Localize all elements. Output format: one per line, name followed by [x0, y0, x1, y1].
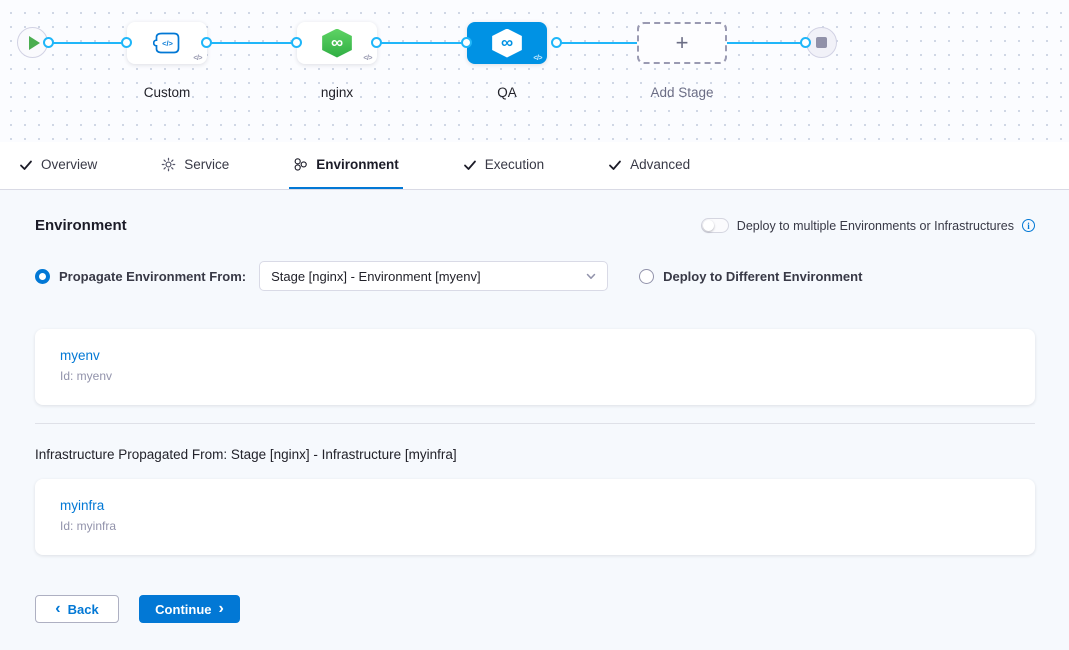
deploy-stage-icon: ∞ [491, 29, 524, 58]
connector-node [121, 37, 132, 48]
pipeline-canvas: </> </> ∞ </> ∞ </> + Custom nginx QA Ad… [0, 0, 1069, 142]
tab-overview[interactable]: Overview [15, 142, 101, 189]
infrastructure-name-link[interactable]: myinfra [60, 498, 104, 513]
tab-advanced[interactable]: Advanced [604, 142, 694, 189]
connector-edge [49, 42, 127, 44]
environment-cluster-icon [293, 157, 308, 172]
connector-node [461, 37, 472, 48]
tab-label: Service [184, 157, 229, 172]
tab-label: Execution [485, 157, 544, 172]
stage-nginx[interactable]: ∞ </> [297, 22, 377, 64]
code-icon: </> [533, 55, 542, 62]
info-icon[interactable]: i [1022, 219, 1035, 232]
stage-custom[interactable]: </> </> [127, 22, 207, 64]
deploy-stage-icon: ∞ [321, 29, 354, 58]
propagate-environment-label: Propagate Environment From: [59, 269, 246, 284]
connector-edge [727, 42, 806, 44]
check-icon [463, 158, 477, 172]
infinity-icon: ∞ [501, 34, 513, 51]
tab-label: Overview [41, 157, 97, 172]
connector-edge [207, 42, 297, 44]
environment-card: myenv Id: myenv [35, 329, 1035, 405]
stage-label-qa: QA [467, 85, 547, 100]
tab-execution[interactable]: Execution [459, 142, 548, 189]
connector-node [371, 37, 382, 48]
back-button[interactable]: ‹ Back [35, 595, 119, 623]
different-environment-radio[interactable] [639, 269, 654, 284]
custom-stage-icon: </> [153, 31, 181, 55]
chevron-left-icon: ‹ [55, 601, 60, 617]
environment-panel: Environment Deploy to multiple Environme… [0, 190, 1069, 623]
infrastructure-heading: Infrastructure Propagated From: Stage [n… [35, 447, 1035, 462]
code-icon: </> [363, 55, 372, 62]
section-heading: Environment [35, 217, 127, 234]
connector-node [43, 37, 54, 48]
environment-id: Id: myenv [60, 369, 1010, 383]
connector-node [291, 37, 302, 48]
connector-node [800, 37, 811, 48]
check-icon [19, 158, 33, 172]
play-icon [29, 36, 40, 50]
tab-environment[interactable]: Environment [289, 142, 403, 189]
selected-environment-value: Stage [nginx] - Environment [myenv] [271, 269, 481, 284]
continue-button-label: Continue [155, 602, 211, 617]
different-environment-label: Deploy to Different Environment [663, 269, 862, 284]
add-stage-button[interactable]: + [637, 22, 727, 64]
stage-label-custom: Custom [127, 85, 207, 100]
connector-node [551, 37, 562, 48]
infrastructure-card: myinfra Id: myinfra [35, 479, 1035, 555]
continue-button[interactable]: Continue › [139, 595, 240, 623]
connector-edge [557, 42, 637, 44]
tab-label: Environment [316, 157, 399, 172]
back-button-label: Back [68, 602, 99, 617]
code-icon: </> [193, 55, 202, 62]
section-divider [35, 423, 1035, 424]
propagate-environment-radio[interactable] [35, 269, 50, 284]
stage-tabs: Overview Service Environment Execution [0, 142, 1069, 190]
stage-label-nginx: nginx [297, 85, 377, 100]
chevron-right-icon: › [219, 601, 224, 617]
environment-name-link[interactable]: myenv [60, 348, 100, 363]
infinity-icon: ∞ [331, 34, 343, 51]
plus-icon: + [676, 32, 689, 54]
tab-service[interactable]: Service [157, 142, 233, 189]
svg-text:</>: </> [162, 39, 173, 48]
check-icon [608, 158, 622, 172]
multi-env-toggle[interactable] [701, 218, 729, 233]
stage-qa[interactable]: ∞ </> [467, 22, 547, 64]
propagate-environment-select[interactable]: Stage [nginx] - Environment [myenv] [259, 261, 608, 291]
connector-edge [377, 42, 467, 44]
connector-node [201, 37, 212, 48]
multi-env-toggle-label: Deploy to multiple Environments or Infra… [737, 219, 1014, 233]
chevron-down-icon [586, 273, 596, 280]
toggle-knob [703, 220, 714, 231]
infrastructure-id: Id: myinfra [60, 519, 1010, 533]
stop-icon [816, 37, 827, 48]
gear-icon [161, 157, 176, 172]
stage-label-add-stage: Add Stage [637, 85, 727, 100]
tab-label: Advanced [630, 157, 690, 172]
